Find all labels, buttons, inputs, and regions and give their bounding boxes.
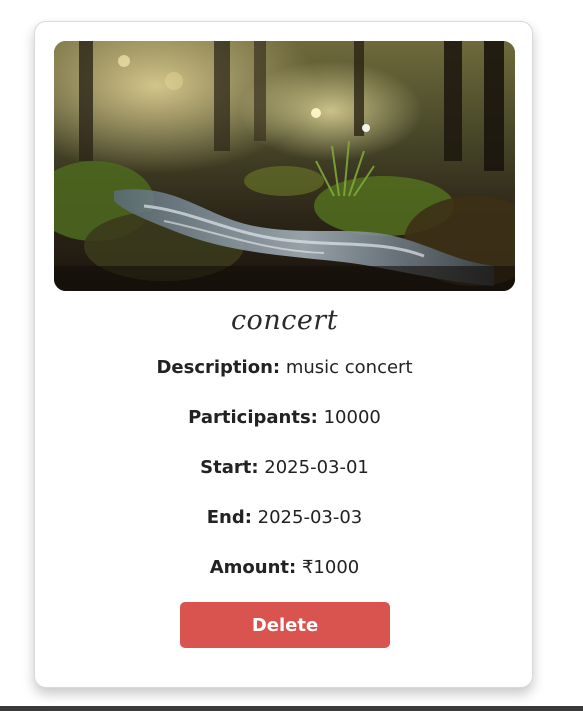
event-image — [54, 41, 515, 291]
page: concert Description: music concert Parti… — [0, 0, 583, 711]
participants-value: 10000 — [323, 407, 381, 428]
amount-label: Amount: — [209, 557, 297, 578]
event-title: concert — [230, 305, 339, 336]
description-row: Description: music concert — [35, 356, 534, 380]
start-row: Start: 2025-03-01 — [35, 456, 534, 480]
description-value: music concert — [285, 357, 413, 378]
start-label: Start: — [200, 457, 259, 478]
description-label: Description: — [156, 357, 281, 378]
delete-button[interactable]: Delete — [180, 602, 390, 648]
start-value: 2025-03-01 — [264, 457, 369, 478]
window-bottom-bar — [0, 706, 583, 711]
end-label: End: — [206, 507, 252, 528]
amount-row: Amount: ₹1000 — [35, 556, 534, 580]
end-row: End: 2025-03-03 — [35, 506, 534, 530]
end-value: 2025-03-03 — [257, 507, 363, 528]
participants-label: Participants: — [188, 407, 318, 428]
event-card: concert Description: music concert Parti… — [34, 21, 533, 688]
amount-value: ₹1000 — [301, 557, 360, 578]
participants-row: Participants: 10000 — [35, 406, 534, 430]
